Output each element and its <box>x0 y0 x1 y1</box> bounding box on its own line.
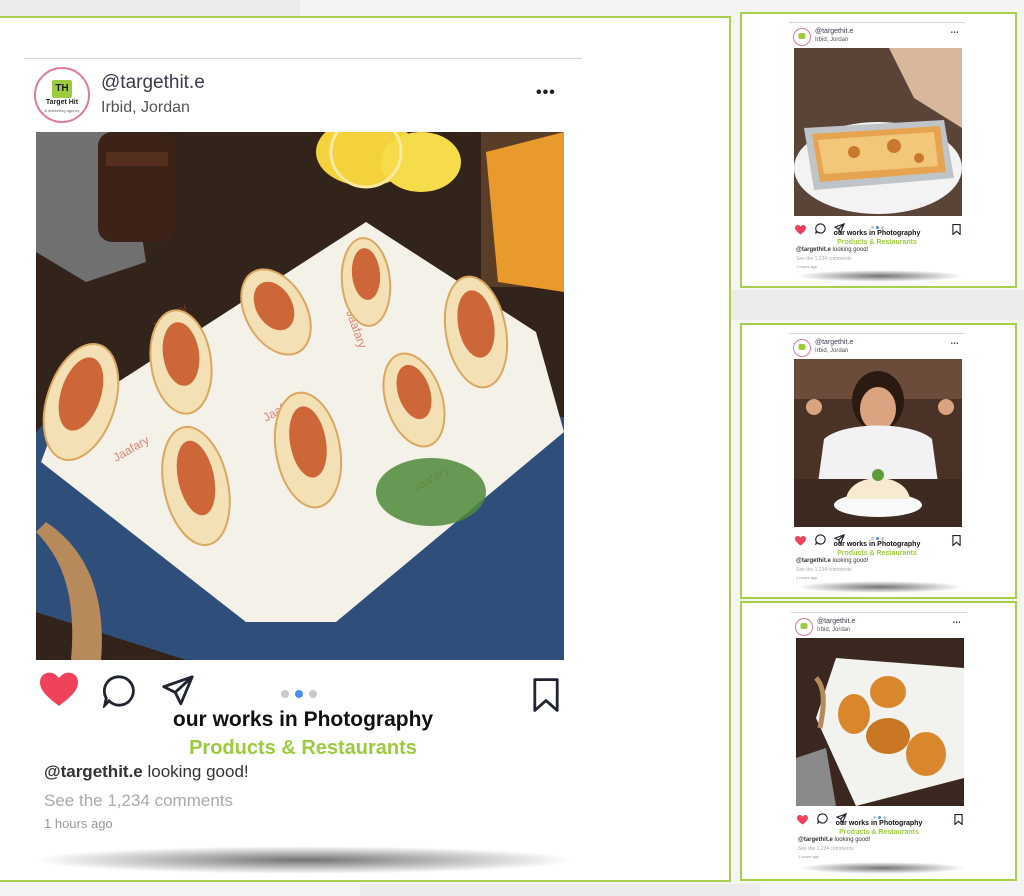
caption-text: looking good! <box>830 558 869 564</box>
logo-brand: Target Hit <box>45 99 79 106</box>
post-photo <box>796 638 964 806</box>
caption-username[interactable]: @targethit.e <box>798 837 833 843</box>
side-post: @targethit.e Irbid, Jordan ••• our works… <box>789 22 965 272</box>
avatar[interactable] <box>795 618 813 636</box>
view-comments-link[interactable]: See the 1,234 comments <box>44 791 233 811</box>
divider <box>791 612 967 613</box>
caption: @targethit.e looking good! <box>796 558 868 564</box>
background-shape <box>360 884 760 896</box>
post-title: our works in Photography <box>172 708 434 731</box>
more-icon[interactable]: ••• <box>953 620 961 626</box>
post-subtitle: Products & Restaurants <box>837 550 917 557</box>
post-shadow <box>798 862 966 874</box>
divider <box>24 58 582 59</box>
post-subtitle: Products & Restaurants <box>189 737 417 759</box>
post-shadow <box>796 581 964 593</box>
post-photo <box>794 48 962 216</box>
background-shape <box>731 290 1024 320</box>
divider <box>789 333 965 334</box>
location[interactable]: Irbid, Jordan <box>815 348 848 354</box>
post-photo: Jaafary Jaafary Jaafary Jaafary Jaafary <box>36 132 564 660</box>
fried-chicken-photo <box>796 638 964 806</box>
caption-text: looking good! <box>830 247 869 253</box>
caption-text: looking good! <box>142 762 249 781</box>
view-comments-link[interactable]: See the 1,234 comments <box>798 846 854 852</box>
background-shape <box>0 0 300 16</box>
heart-icon[interactable] <box>40 672 78 713</box>
post-shadow <box>796 270 964 282</box>
avatar[interactable]: TH Target Hit A marketing agency <box>34 67 90 123</box>
logo: TH <box>52 80 72 99</box>
logo <box>800 622 808 629</box>
caption-username[interactable]: @targethit.e <box>796 558 831 564</box>
timestamp: 1 hours ago <box>798 854 820 859</box>
username[interactable]: @targethit.e <box>815 28 853 35</box>
post-title: our works in Photography <box>833 230 921 237</box>
caption: @targethit.e looking good! <box>44 762 249 782</box>
caption: @targethit.e looking good! <box>798 837 870 843</box>
caption-username[interactable]: @targethit.e <box>44 762 143 781</box>
side-post: @targethit.e Irbid, Jordan ••• our works… <box>789 333 965 583</box>
timestamp: 1 hours ago <box>44 816 113 831</box>
username[interactable]: @targethit.e <box>815 339 853 346</box>
side-post: @targethit.e Irbid, Jordan ••• our works… <box>791 612 967 864</box>
more-icon[interactable]: ••• <box>536 84 556 102</box>
caption: @targethit.e looking good! <box>796 247 868 253</box>
post-shadow <box>30 846 578 874</box>
view-comments-link[interactable]: See the 1,234 comments <box>796 256 852 262</box>
caption-username[interactable]: @targethit.e <box>796 247 831 253</box>
lasagna-photo <box>794 48 962 216</box>
girl-with-pasta-photo <box>794 359 962 527</box>
location[interactable]: Irbid, Jordan <box>817 627 850 633</box>
post-photo <box>794 359 962 527</box>
logo <box>798 343 806 350</box>
location[interactable]: Irbid, Jordan <box>101 99 190 117</box>
more-icon[interactable]: ••• <box>951 341 959 347</box>
shawarma-photo: Jaafary Jaafary Jaafary Jaafary Jaafary <box>36 132 564 660</box>
timestamp: 1 hours ago <box>796 264 818 269</box>
post-title: our works in Photography <box>835 820 923 827</box>
carousel-indicator <box>281 690 317 698</box>
carousel-indicator <box>873 816 886 819</box>
avatar[interactable] <box>793 339 811 357</box>
logo-tagline: A marketing agency <box>44 108 80 113</box>
username[interactable]: @targethit.e <box>817 618 855 625</box>
more-icon[interactable]: ••• <box>951 30 959 36</box>
location[interactable]: Irbid, Jordan <box>815 37 848 43</box>
caption-text: looking good! <box>832 837 871 843</box>
post-title: our works in Photography <box>833 541 921 548</box>
view-comments-link[interactable]: See the 1,234 comments <box>796 567 852 573</box>
carousel-indicator <box>871 226 884 229</box>
post-subtitle: Products & Restaurants <box>839 829 919 836</box>
divider <box>789 22 965 23</box>
carousel-indicator <box>871 537 884 540</box>
logo <box>798 32 806 39</box>
main-post: TH Target Hit A marketing agency @target… <box>24 58 582 858</box>
avatar[interactable] <box>793 28 811 46</box>
timestamp: 1 hours ago <box>796 575 818 580</box>
post-subtitle: Products & Restaurants <box>837 239 917 246</box>
username[interactable]: @targethit.e <box>101 72 205 94</box>
